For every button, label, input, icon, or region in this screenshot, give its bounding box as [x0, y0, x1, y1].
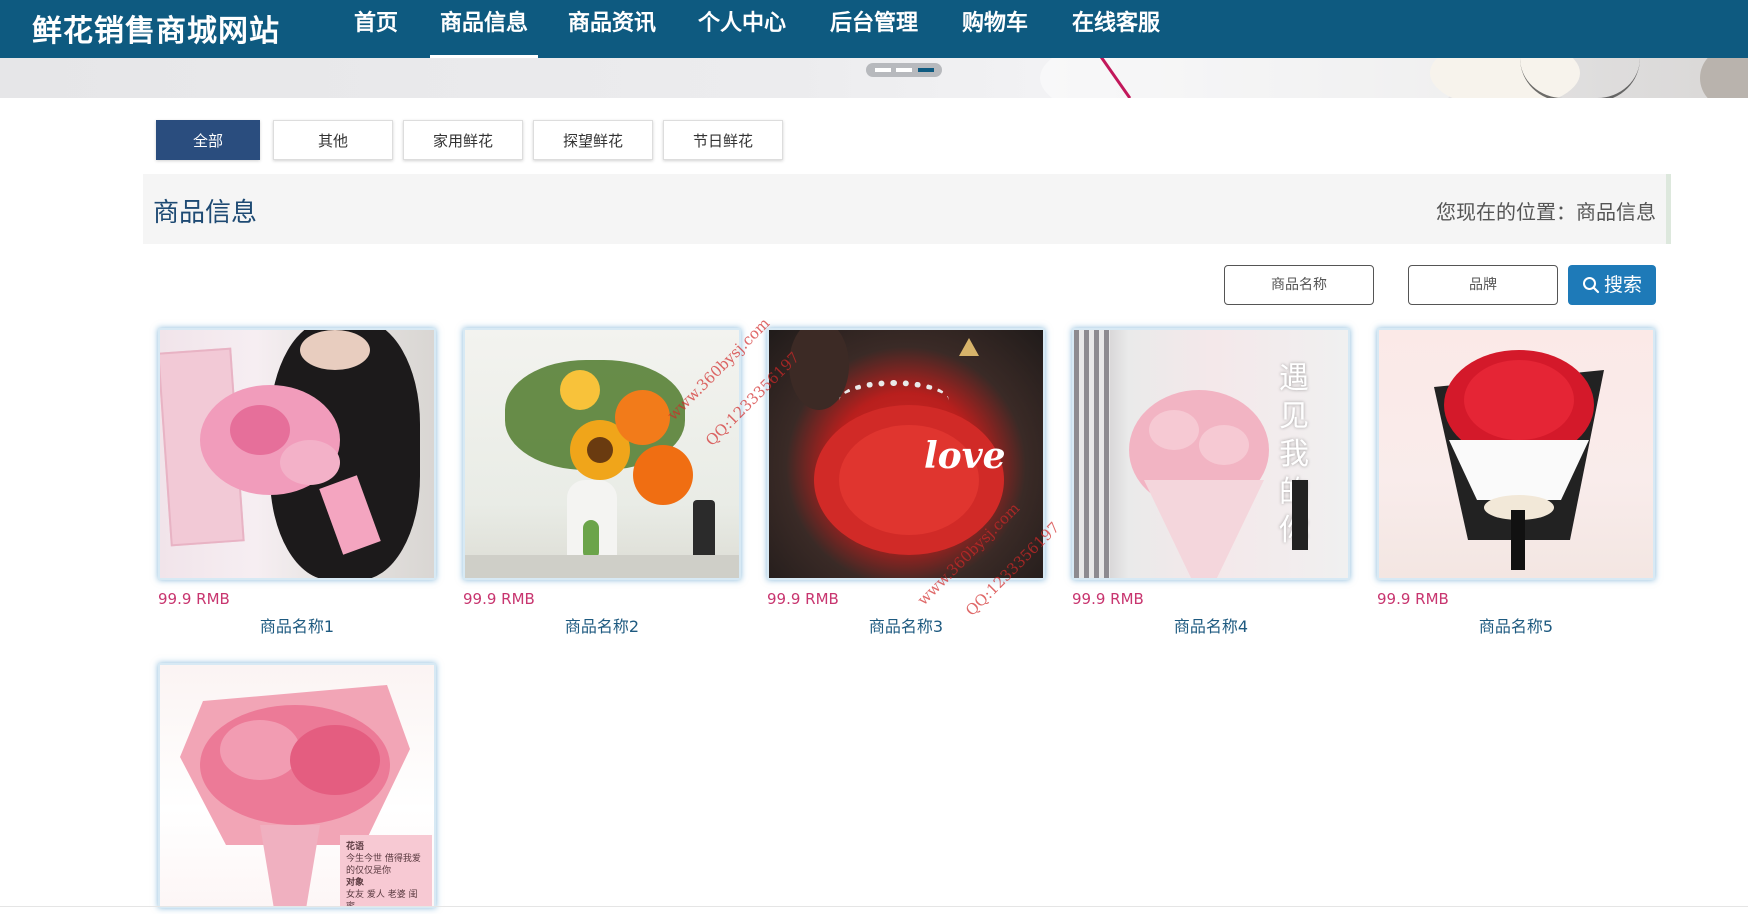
- site-title[interactable]: 鲜花销售商城网站: [32, 6, 280, 50]
- flower-card-title-2: 对象: [346, 878, 365, 888]
- banner-decoration: [1700, 58, 1748, 98]
- product-image[interactable]: love: [767, 328, 1045, 580]
- category-other[interactable]: 其他: [273, 120, 393, 160]
- product-image[interactable]: 遇见我的你: [1072, 328, 1350, 580]
- nav-personal-center[interactable]: 个人中心: [696, 0, 788, 58]
- search-button[interactable]: 搜索: [1568, 265, 1656, 305]
- category-home-flowers[interactable]: 家用鲜花: [403, 120, 523, 160]
- nav-cart[interactable]: 购物车: [960, 0, 1030, 58]
- nav-home[interactable]: 首页: [352, 0, 400, 58]
- category-holiday-flowers[interactable]: 节日鲜花: [663, 120, 783, 160]
- product-price: 99.9 RMB: [1377, 590, 1449, 608]
- product-name[interactable]: 商品名称2: [463, 613, 741, 637]
- product-name[interactable]: 商品名称4: [1072, 613, 1350, 637]
- page-title: 商品信息: [153, 198, 258, 228]
- breadcrumb: 您现在的位置：商品信息: [1436, 200, 1656, 224]
- banner-decoration: [1040, 58, 1460, 98]
- love-text: love: [924, 435, 1006, 477]
- category-all[interactable]: 全部: [156, 120, 260, 160]
- product-image[interactable]: [158, 328, 436, 580]
- product-name[interactable]: 商品名称1: [158, 613, 436, 637]
- nav-product-info[interactable]: 商品信息: [430, 0, 538, 58]
- carousel-dot-2[interactable]: [896, 68, 912, 72]
- product-image[interactable]: [1377, 328, 1655, 580]
- search-button-label: 搜索: [1603, 274, 1642, 296]
- flower-card-title: 花语: [346, 842, 365, 852]
- category-visit-flowers[interactable]: 探望鲜花: [533, 120, 653, 160]
- banner-decoration: [1520, 58, 1640, 98]
- product-price: 99.9 RMB: [463, 590, 535, 608]
- search-icon: [1582, 277, 1600, 294]
- top-nav-bar: 鲜花销售商城网站 首页 商品信息 商品资讯 个人中心 后台管理 购物车 在线客服: [0, 0, 1748, 58]
- brand-search-input[interactable]: [1408, 265, 1558, 305]
- product-price: 99.9 RMB: [1072, 590, 1144, 608]
- product-image[interactable]: 花语 今生今世 借得我爱的仅仅是你 对象 女友 爱人 老婆 闺蜜: [158, 663, 436, 908]
- flower-card-line: 今生今世 借得我爱的仅仅是你: [346, 854, 421, 876]
- carousel-dot-3[interactable]: [918, 68, 934, 72]
- product-image[interactable]: [463, 328, 741, 580]
- nav-admin[interactable]: 后台管理: [828, 0, 920, 58]
- product-name[interactable]: 商品名称5: [1377, 613, 1655, 637]
- nav-online-service[interactable]: 在线客服: [1070, 0, 1162, 58]
- page-divider: [0, 906, 1748, 907]
- product-name[interactable]: 商品名称3: [767, 613, 1045, 637]
- carousel-indicator: [866, 63, 942, 77]
- product-name-search-input[interactable]: [1224, 265, 1374, 305]
- section-header: 商品信息 您现在的位置：商品信息: [143, 174, 1671, 244]
- product-price: 99.9 RMB: [158, 590, 230, 608]
- carousel-dot-1[interactable]: [875, 68, 891, 72]
- product-price: 99.9 RMB: [767, 590, 839, 608]
- nav-product-news[interactable]: 商品资讯: [566, 0, 658, 58]
